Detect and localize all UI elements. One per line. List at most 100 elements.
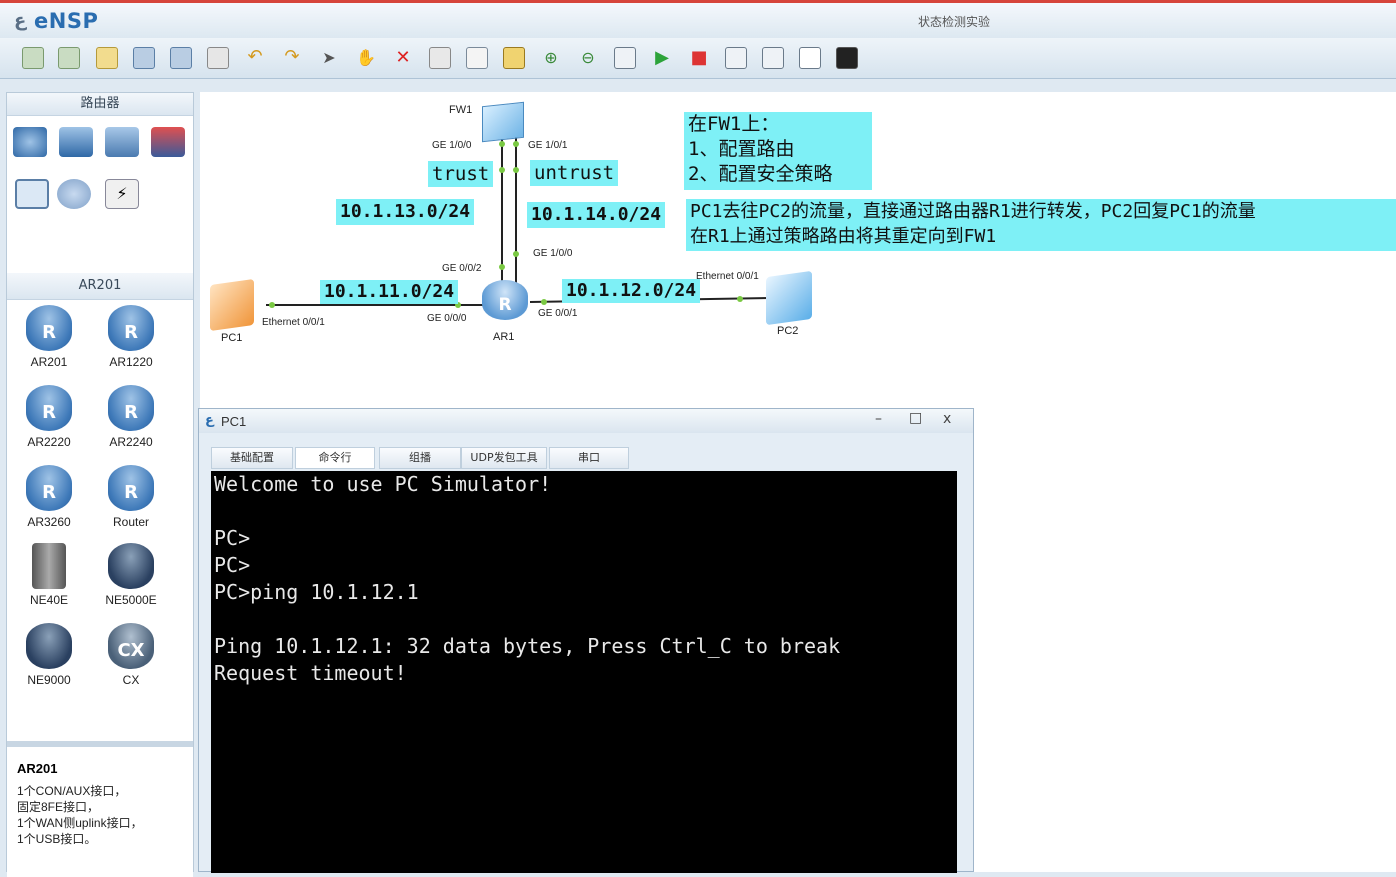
router-category-icon[interactable] bbox=[13, 127, 47, 157]
device-ar2240[interactable]: R AR2240 bbox=[91, 385, 171, 449]
switch-category-icon[interactable] bbox=[59, 127, 93, 157]
console-line: PC> bbox=[214, 526, 251, 550]
close-button[interactable]: x bbox=[943, 411, 951, 427]
tab-multicast[interactable]: 组播 bbox=[379, 447, 461, 469]
cable-category-icon[interactable]: ⚡ bbox=[105, 179, 139, 209]
router-icon: R bbox=[26, 465, 72, 511]
tab-command-line[interactable]: 命令行 bbox=[295, 447, 375, 469]
port-status-dot bbox=[513, 141, 519, 147]
device-cx[interactable]: CX CX bbox=[91, 623, 171, 687]
device-ne5000e[interactable]: NE5000E bbox=[91, 543, 171, 607]
note-line: 1、配置路由 bbox=[688, 138, 795, 160]
router-icon: R bbox=[26, 305, 72, 351]
hand-icon[interactable]: ✋ bbox=[355, 47, 377, 69]
router-icon: R bbox=[108, 385, 154, 431]
redo-icon[interactable]: ↷ bbox=[281, 47, 303, 69]
ensp-logo-icon: ع bbox=[205, 413, 214, 428]
port-status-dot bbox=[541, 299, 547, 305]
zoom-out-icon[interactable]: ⊖ bbox=[577, 47, 599, 69]
palette-icon[interactable] bbox=[503, 47, 525, 69]
node-label-pc1: PC1 bbox=[221, 332, 243, 344]
note-line: 在FW1上： bbox=[688, 113, 780, 135]
open-icon[interactable] bbox=[96, 47, 118, 69]
device-ar3260[interactable]: R AR3260 bbox=[9, 465, 89, 529]
description-title: AR201 bbox=[17, 761, 58, 776]
tab-serial[interactable]: 串口 bbox=[549, 447, 629, 469]
device-label: Router bbox=[112, 515, 150, 529]
run-icon[interactable]: ▶ bbox=[651, 47, 673, 69]
tab-basic-config[interactable]: 基础配置 bbox=[211, 447, 293, 469]
description-line: 固定8FE接口， bbox=[17, 800, 100, 814]
device-router[interactable]: R Router bbox=[91, 465, 171, 529]
device-panel: 路由器 ⚡ AR201 R AR201 R AR1220 R AR2220 R AR22… bbox=[6, 92, 194, 877]
firewall-category-icon[interactable] bbox=[151, 127, 185, 157]
port-status-dot bbox=[499, 141, 505, 147]
pc1-window-title: PC1 bbox=[221, 414, 247, 429]
subnet-label: 10.1.13.0/24 bbox=[336, 199, 475, 225]
capture-icon[interactable] bbox=[725, 47, 747, 69]
text-icon[interactable] bbox=[466, 47, 488, 69]
minimize-button[interactable]: – bbox=[875, 411, 882, 427]
port-label: GE 1/0/0 bbox=[432, 140, 472, 151]
cloud-category-icon[interactable] bbox=[57, 179, 91, 209]
grid-icon[interactable] bbox=[799, 47, 821, 69]
topology-icon[interactable] bbox=[762, 47, 784, 69]
maximize-button[interactable]: □ bbox=[909, 410, 922, 426]
pc-category-icon[interactable] bbox=[15, 179, 49, 209]
new-topology-icon[interactable] bbox=[22, 47, 44, 69]
delete-icon[interactable]: ✕ bbox=[392, 47, 414, 69]
core-router-icon bbox=[108, 543, 154, 589]
device-ne40e[interactable]: NE40E bbox=[9, 543, 89, 607]
port-status-dot bbox=[499, 167, 505, 173]
port-label: GE 1/0/1 bbox=[528, 140, 568, 151]
print-icon[interactable] bbox=[207, 47, 229, 69]
zone-label-untrust: untrust bbox=[530, 160, 619, 186]
start-all-icon[interactable] bbox=[614, 47, 636, 69]
device-label: NE40E bbox=[29, 593, 69, 607]
select-icon[interactable]: ➤ bbox=[318, 47, 340, 69]
device-ar201[interactable]: R AR201 bbox=[9, 305, 89, 369]
device-label: CX bbox=[122, 673, 140, 687]
fw-task-note: 在FW1上： 1、配置路由 2、配置安全策略 bbox=[684, 112, 872, 190]
wlan-category-icon[interactable] bbox=[105, 127, 139, 157]
tab-udp-tool[interactable]: UDP发包工具 bbox=[461, 447, 547, 469]
device-description: AR201 1个CON/AUX接口， 固定8FE接口， 1个WAN侧uplink… bbox=[7, 741, 193, 877]
chassis-router-icon bbox=[32, 543, 66, 589]
category-header: 路由器 bbox=[7, 93, 193, 116]
undo-icon[interactable]: ↶ bbox=[244, 47, 266, 69]
console-line: PC>ping 10.1.12.1 bbox=[214, 580, 419, 604]
router-icon: R bbox=[108, 305, 154, 351]
note-line: PC1去往PC2的流量，直接通过路由器R1进行转发，PC2回复PC1的流量 bbox=[690, 201, 1256, 222]
port-label: GE 0/0/0 bbox=[427, 313, 467, 324]
stop-icon[interactable]: ■ bbox=[688, 47, 710, 69]
device-ne9000[interactable]: NE9000 bbox=[9, 623, 89, 687]
device-ar1220[interactable]: R AR1220 bbox=[91, 305, 171, 369]
new-lab-icon[interactable] bbox=[58, 47, 80, 69]
port-label: Ethernet 0/0/1 bbox=[262, 317, 325, 328]
command-console[interactable]: Welcome to use PC Simulator! PC> PC> PC>… bbox=[211, 471, 957, 873]
delete-link-icon[interactable] bbox=[429, 47, 451, 69]
zoom-in-icon[interactable]: ⊕ bbox=[540, 47, 562, 69]
save-icon[interactable] bbox=[133, 47, 155, 69]
port-label: Ethernet 0/0/1 bbox=[696, 271, 759, 282]
device-ar2220[interactable]: R AR2220 bbox=[9, 385, 89, 449]
cx-router-icon: CX bbox=[108, 623, 154, 669]
pc-icon[interactable] bbox=[210, 278, 254, 332]
port-status-dot bbox=[513, 251, 519, 257]
firewall-icon[interactable] bbox=[482, 101, 524, 143]
description-text: 1个CON/AUX接口， 固定8FE接口， 1个WAN侧uplink接口， 1个… bbox=[17, 783, 143, 847]
device-label: AR2220 bbox=[27, 435, 71, 449]
console-icon[interactable] bbox=[836, 47, 858, 69]
save-as-icon[interactable] bbox=[170, 47, 192, 69]
description-line: 1个WAN侧uplink接口， bbox=[17, 816, 143, 830]
description-line: 1个CON/AUX接口， bbox=[17, 784, 127, 798]
pc-icon[interactable] bbox=[766, 270, 812, 326]
toolbar: ↶ ↷ ➤ ✋ ✕ ⊕ ⊖ ▶ ■ bbox=[0, 38, 1396, 79]
device-label: AR3260 bbox=[27, 515, 71, 529]
window-title: 状态检测实验 bbox=[918, 15, 991, 29]
node-label-pc2: PC2 bbox=[777, 325, 799, 337]
port-status-dot bbox=[499, 264, 505, 270]
router-icon[interactable]: R bbox=[482, 280, 528, 320]
pc1-window-titlebar[interactable]: ع PC1 – □ x bbox=[199, 409, 973, 433]
port-label: GE 0/0/2 bbox=[442, 263, 482, 274]
